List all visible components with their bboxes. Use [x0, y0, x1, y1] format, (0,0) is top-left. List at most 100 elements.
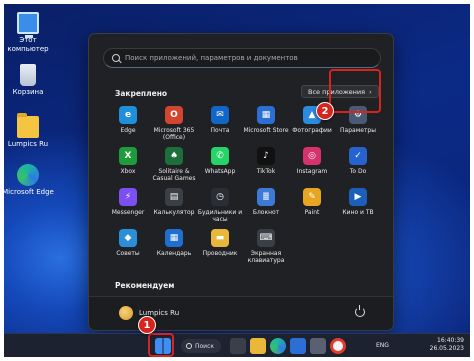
edge-icon[interactable] [270, 338, 286, 354]
app-icon: ✉ [211, 106, 229, 124]
microsoft-store-icon[interactable] [290, 338, 306, 354]
search-icon [186, 343, 192, 349]
app-label: Блокнот [252, 209, 280, 216]
start-search-placeholder: Поиск приложений, параметров и документо… [125, 54, 298, 62]
app-label: Экранная клавиатура [247, 250, 285, 264]
task-view-icon[interactable] [230, 338, 246, 354]
pinned-app[interactable]: ▦ Microsoft Store [241, 106, 291, 134]
pinned-app[interactable]: X Xbox [103, 147, 153, 175]
app-icon: ≣ [257, 188, 275, 206]
pinned-app[interactable]: ✎ Paint [287, 188, 337, 216]
taskbar-search-label: Поиск [195, 342, 215, 350]
pinned-app[interactable]: ✉ Почта [195, 106, 245, 134]
taskbar-search-button[interactable]: Поиск [181, 339, 221, 353]
app-icon: ⚡ [119, 188, 137, 206]
app-label: Советы [116, 250, 140, 257]
app-icon: e [119, 106, 137, 124]
app-icon[interactable] [310, 338, 326, 354]
taskbar: Поиск ENG 16:40:39 26.05.2023 [4, 333, 470, 357]
app-label: Фотографии [292, 127, 332, 134]
app-icon: ▶ [349, 188, 367, 206]
app-icon: ♪ [257, 147, 275, 165]
yandex-browser-icon[interactable] [330, 338, 346, 354]
app-label: Microsoft Store [243, 127, 289, 134]
desktop: Этот компьютер Корзина Lumpics Ru Micros… [4, 4, 470, 357]
pinned-app[interactable]: O Microsoft 365 (Office) [149, 106, 199, 141]
app-icon: ▦ [165, 229, 183, 247]
pinned-app[interactable]: ♪ TikTok [241, 147, 291, 175]
start-search-input[interactable]: Поиск приложений, параметров и документо… [103, 48, 381, 68]
app-label: Edge [120, 127, 136, 134]
pinned-app[interactable]: ≣ Блокнот [241, 188, 291, 216]
start-button-highlight [148, 333, 174, 357]
pinned-app[interactable]: ▬ Проводник [195, 229, 245, 257]
pinned-app[interactable]: ✓ To Do [333, 147, 383, 175]
app-label: TikTok [256, 168, 276, 175]
clock-date: 26.05.2023 [429, 345, 464, 352]
app-label: Кино и ТВ [342, 209, 374, 216]
app-icon: ▬ [211, 229, 229, 247]
this-pc-label: Этот компьютер [7, 36, 49, 53]
pinned-app[interactable]: ⌨ Экранная клавиатура [241, 229, 291, 264]
app-icon: O [165, 106, 183, 124]
app-icon: ♠ [165, 147, 183, 165]
step-2-badge: 2 [316, 102, 334, 120]
power-icon[interactable] [355, 305, 365, 317]
edge-shortcut[interactable]: Microsoft Edge [4, 164, 56, 197]
language-indicator[interactable]: ENG [376, 342, 389, 349]
pinned-app[interactable]: ◆ Советы [103, 229, 153, 257]
settings-highlight [329, 69, 381, 113]
pinned-app[interactable]: ◷ Будильники и часы [195, 188, 245, 223]
pinned-app[interactable]: ◎ Instagram [287, 147, 337, 175]
pinned-app[interactable]: ▶ Кино и ТВ [333, 188, 383, 216]
this-pc-icon [17, 12, 39, 38]
this-pc-shortcut[interactable]: Этот компьютер [4, 12, 56, 54]
app-icon: ✆ [211, 147, 229, 165]
step-1-badge: 1 [138, 316, 156, 334]
file-explorer-icon[interactable] [250, 338, 266, 354]
recommended-heading: Рекомендуем [115, 281, 175, 290]
app-icon: ▤ [165, 188, 183, 206]
app-label: Проводник [202, 250, 238, 257]
pinned-app[interactable]: ♠ Solitaire & Casual Games [149, 147, 199, 182]
app-label: To Do [349, 168, 367, 175]
pinned-app[interactable]: ⚡ Messenger [103, 188, 153, 216]
app-icon: ⌨ [257, 229, 275, 247]
app-icon: ▦ [257, 106, 275, 124]
app-label: Почта [210, 127, 230, 134]
pinned-app[interactable]: ▦ Календарь [149, 229, 199, 257]
app-label: WhatsApp [204, 168, 236, 175]
pinned-app[interactable]: e Edge [103, 106, 153, 134]
pinned-heading: Закреплено [115, 89, 168, 98]
search-icon [112, 54, 120, 62]
app-label: Paint [304, 209, 320, 216]
edge-shortcut-label: Microsoft Edge [4, 188, 54, 196]
app-icon: ✎ [303, 188, 321, 206]
app-icon: X [119, 147, 137, 165]
recycle-bin-label: Корзина [12, 88, 44, 96]
app-icon: ◷ [211, 188, 229, 206]
recycle-bin-icon [20, 64, 36, 86]
edge-icon [17, 164, 39, 186]
app-icon: ✓ [349, 147, 367, 165]
app-label: Календарь [156, 250, 192, 257]
clock-time: 16:40:39 [437, 337, 464, 344]
lumpics-folder-label: Lumpics Ru [7, 140, 49, 148]
clock[interactable]: 16:40:39 26.05.2023 [430, 337, 464, 353]
pinned-app[interactable]: ▤ Калькулятор [149, 188, 199, 216]
app-label: Instagram [296, 168, 328, 175]
app-label: Microsoft 365 (Office) [153, 127, 195, 141]
start-footer: Lumpics Ru [89, 296, 393, 330]
app-icon: ◎ [303, 147, 321, 165]
app-label: Калькулятор [153, 209, 195, 216]
folder-icon [17, 113, 39, 138]
avatar[interactable] [119, 306, 133, 320]
app-label: Solitaire & Casual Games [152, 168, 196, 182]
lumpics-folder-shortcut[interactable]: Lumpics Ru [4, 113, 56, 149]
recycle-bin-shortcut[interactable]: Корзина [4, 64, 56, 97]
app-icon: ◆ [119, 229, 137, 247]
app-label: Messenger [111, 209, 145, 216]
app-label: Будильники и часы [197, 209, 243, 223]
app-label: Параметры [340, 127, 376, 134]
pinned-app[interactable]: ✆ WhatsApp [195, 147, 245, 175]
